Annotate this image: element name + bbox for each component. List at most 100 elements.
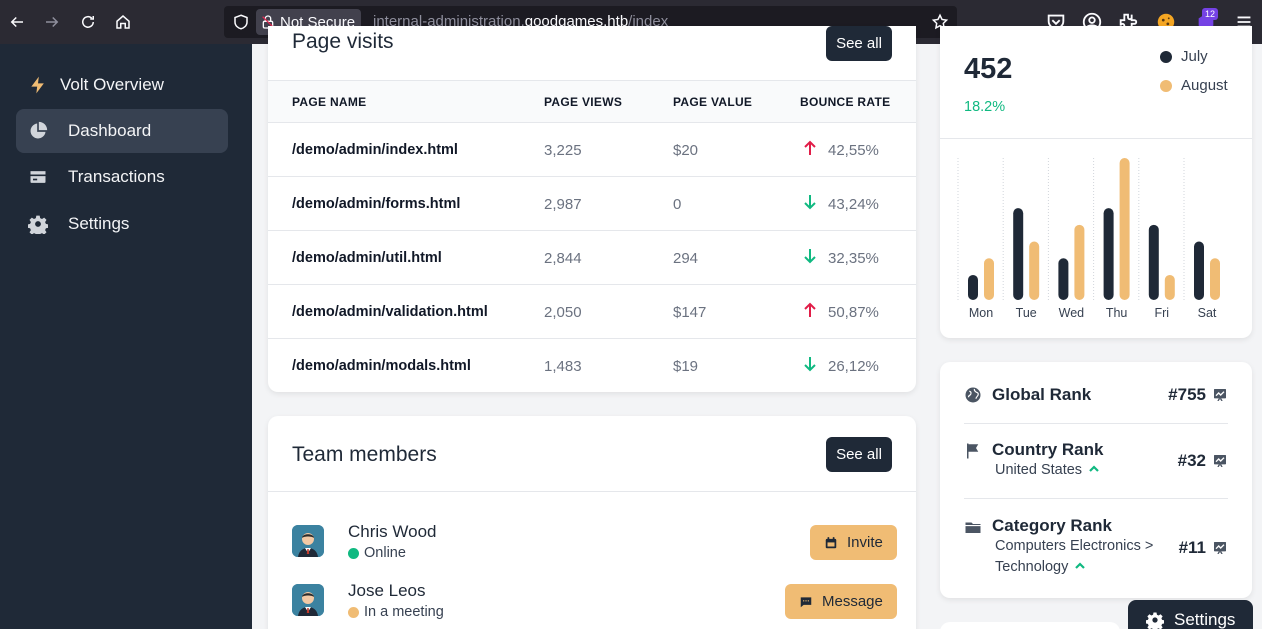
page-name-cell: /demo/admin/modals.html bbox=[292, 358, 471, 374]
member-name: Chris Wood bbox=[348, 522, 437, 541]
x-tick-label: Wed bbox=[1059, 306, 1085, 320]
flag-icon bbox=[967, 443, 979, 459]
legend-label: August bbox=[1181, 77, 1228, 94]
trend-down-arrow-icon bbox=[804, 357, 816, 372]
rank-value: #32 bbox=[1178, 451, 1228, 471]
chevron-up-icon bbox=[1089, 465, 1099, 472]
settings-floating-button[interactable]: Settings bbox=[1128, 600, 1253, 629]
table-row: /demo/admin/util.html 2,844 294 32,35% bbox=[268, 231, 916, 285]
table-row: /demo/admin/validation.html 2,050 $147 50,8… bbox=[268, 285, 916, 339]
bar-august-mon bbox=[984, 258, 994, 300]
page-visits-card: Page visits See all PAGE NAME PAGE VIEWS… bbox=[268, 26, 916, 392]
lightning-icon bbox=[31, 76, 44, 94]
divider bbox=[964, 423, 1228, 424]
bounce-rate-cell: 43,24% bbox=[828, 196, 879, 213]
sidebar-brand[interactable]: Volt Overview bbox=[16, 63, 228, 107]
member-status: In a meeting bbox=[348, 604, 444, 620]
stat-change: 18.2% bbox=[964, 99, 1006, 115]
next-card-edge bbox=[940, 622, 1120, 629]
rank-title: Country Rank bbox=[992, 440, 1104, 459]
trend-chart-icon bbox=[1214, 389, 1226, 401]
avatar bbox=[292, 584, 324, 616]
rank-row-country: Country Rank United States #32 bbox=[964, 440, 1228, 484]
legend-swatch bbox=[1160, 79, 1172, 92]
col-page-name: PAGE NAME bbox=[292, 95, 367, 109]
calendar-icon bbox=[825, 536, 837, 548]
extension-badge: 12 bbox=[1202, 8, 1219, 20]
chat-icon bbox=[800, 596, 812, 607]
bounce-rate-cell: 50,87% bbox=[828, 304, 879, 321]
legend-august: August bbox=[1160, 77, 1228, 94]
rank-title: Global Rank bbox=[992, 385, 1092, 404]
bar-july-wed bbox=[1058, 258, 1069, 300]
chart-pie-icon bbox=[30, 121, 48, 139]
bar-july-fri bbox=[1148, 224, 1159, 300]
sales-chart-card: 452 18.2% July August Mon Tue Wed Thu Fri Sat bbox=[940, 26, 1252, 338]
col-page-views: PAGE VIEWS bbox=[544, 95, 623, 109]
rank-subtitle-text: United States bbox=[995, 462, 1083, 478]
page-views-cell: 1,483 bbox=[544, 358, 582, 375]
message-button[interactable]: Message bbox=[785, 584, 897, 619]
member-status: Online bbox=[348, 545, 406, 561]
sidebar-item-transactions[interactable]: Transactions bbox=[16, 155, 228, 199]
forward-icon[interactable] bbox=[40, 10, 64, 34]
page-value-cell: $20 bbox=[673, 142, 699, 159]
bounce-rate-cell: 32,35% bbox=[828, 250, 879, 267]
page-views-cell: 3,225 bbox=[544, 142, 582, 159]
col-bounce-rate: BOUNCE RATE bbox=[800, 95, 891, 109]
message-button-label: Message bbox=[822, 593, 883, 610]
rank-value-text: #11 bbox=[1178, 538, 1206, 557]
bounce-rate-cell: 26,12% bbox=[828, 358, 879, 375]
invite-button-label: Invite bbox=[847, 534, 883, 551]
page-views-cell: 2,844 bbox=[544, 250, 582, 267]
rank-title: Category Rank bbox=[992, 516, 1112, 535]
invite-button[interactable]: Invite bbox=[810, 525, 897, 560]
x-tick-label: Mon bbox=[969, 306, 993, 320]
gear-icon bbox=[28, 215, 48, 234]
rank-value-text: #755 bbox=[1168, 385, 1206, 404]
home-icon[interactable] bbox=[111, 10, 135, 34]
sidebar-item-dashboard[interactable]: Dashboard bbox=[16, 109, 228, 153]
page-name-cell: /demo/admin/validation.html bbox=[292, 304, 488, 320]
team-member-row: Jose Leos In a meeting Message bbox=[268, 576, 916, 628]
bar-august-sat bbox=[1210, 258, 1220, 300]
sidebar-item-settings[interactable]: Settings bbox=[16, 202, 228, 246]
bounce-rate-cell: 42,55% bbox=[828, 142, 879, 159]
team-member-row: Chris Wood Online Invite bbox=[268, 517, 916, 569]
table-row: /demo/admin/index.html 3,225 $20 42,55% bbox=[268, 123, 916, 177]
rank-subtitle: Computers Electronics > Technology bbox=[995, 536, 1175, 578]
stat-value: 452 bbox=[964, 53, 1013, 85]
bar-july-tue bbox=[1013, 208, 1024, 300]
page-visits-see-all-button[interactable]: See all bbox=[826, 26, 892, 61]
team-members-card: Team members See all Chris Wood Online I… bbox=[268, 416, 916, 629]
rank-value: #755 bbox=[1168, 385, 1228, 405]
table-row: /demo/admin/forms.html 2,987 0 43,24% bbox=[268, 177, 916, 231]
x-tick-label: Thu bbox=[1106, 306, 1128, 320]
globe-icon bbox=[965, 387, 981, 403]
bar-august-thu bbox=[1119, 158, 1130, 300]
rank-value-text: #32 bbox=[1177, 451, 1206, 470]
member-status-label: Online bbox=[364, 545, 406, 561]
member-status-label: In a meeting bbox=[364, 604, 444, 620]
bar-august-fri bbox=[1164, 274, 1175, 300]
page-name-cell: /demo/admin/forms.html bbox=[292, 196, 461, 212]
team-see-all-button[interactable]: See all bbox=[826, 437, 892, 472]
trend-down-arrow-icon bbox=[804, 249, 816, 264]
table-header: PAGE NAME PAGE VIEWS PAGE VALUE BOUNCE R… bbox=[268, 80, 916, 123]
tracking-shield-icon[interactable] bbox=[232, 13, 250, 31]
member-name: Jose Leos bbox=[348, 581, 426, 600]
divider bbox=[268, 491, 916, 492]
folder-icon bbox=[965, 522, 981, 533]
back-icon[interactable] bbox=[5, 10, 29, 34]
page-name-cell: /demo/admin/util.html bbox=[292, 250, 442, 266]
page-views-cell: 2,987 bbox=[544, 196, 582, 213]
legend-swatch bbox=[1160, 50, 1172, 63]
rank-value: #11 bbox=[1179, 538, 1228, 558]
rank-card: Global Rank #755 Country Rank United Sta… bbox=[940, 362, 1252, 598]
page-value-cell: $19 bbox=[673, 358, 699, 375]
trend-chart-icon bbox=[1214, 455, 1226, 467]
sidebar-brand-label: Volt Overview bbox=[60, 75, 164, 94]
reload-icon[interactable] bbox=[76, 10, 100, 34]
settings-floating-label: Settings bbox=[1174, 610, 1236, 629]
bar-chart: Mon Tue Wed Thu Fri Sat bbox=[957, 158, 1220, 320]
